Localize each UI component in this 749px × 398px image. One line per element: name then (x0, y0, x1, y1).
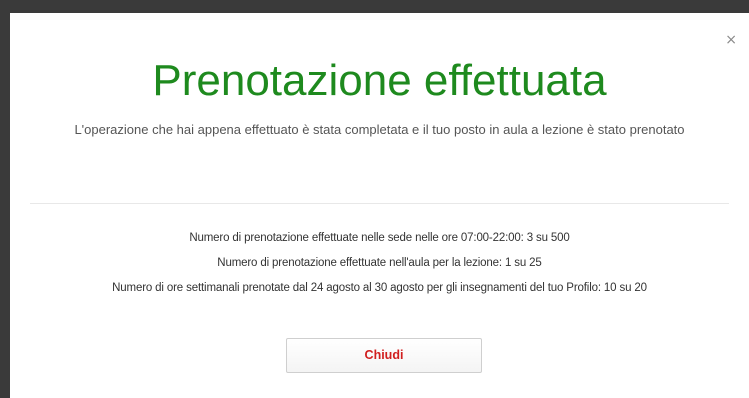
close-button[interactable]: Chiudi (286, 338, 482, 373)
dialog-title: Prenotazione effettuata (152, 56, 607, 105)
booking-stats: Numero di prenotazione effettuate nelle … (10, 231, 749, 306)
divider (30, 203, 729, 204)
booking-confirmation-dialog: × Prenotazione effettuata L'operazione c… (10, 13, 749, 398)
stat-weekly-hours: Numero di ore settimanali prenotate dal … (112, 282, 647, 294)
stat-room-bookings: Numero di prenotazione effettuate nell'a… (217, 257, 542, 269)
close-icon[interactable]: × (725, 33, 737, 47)
stat-site-bookings: Numero di prenotazione effettuate nelle … (189, 232, 570, 244)
dialog-subtitle: L'operazione che hai appena effettuato è… (74, 122, 685, 137)
